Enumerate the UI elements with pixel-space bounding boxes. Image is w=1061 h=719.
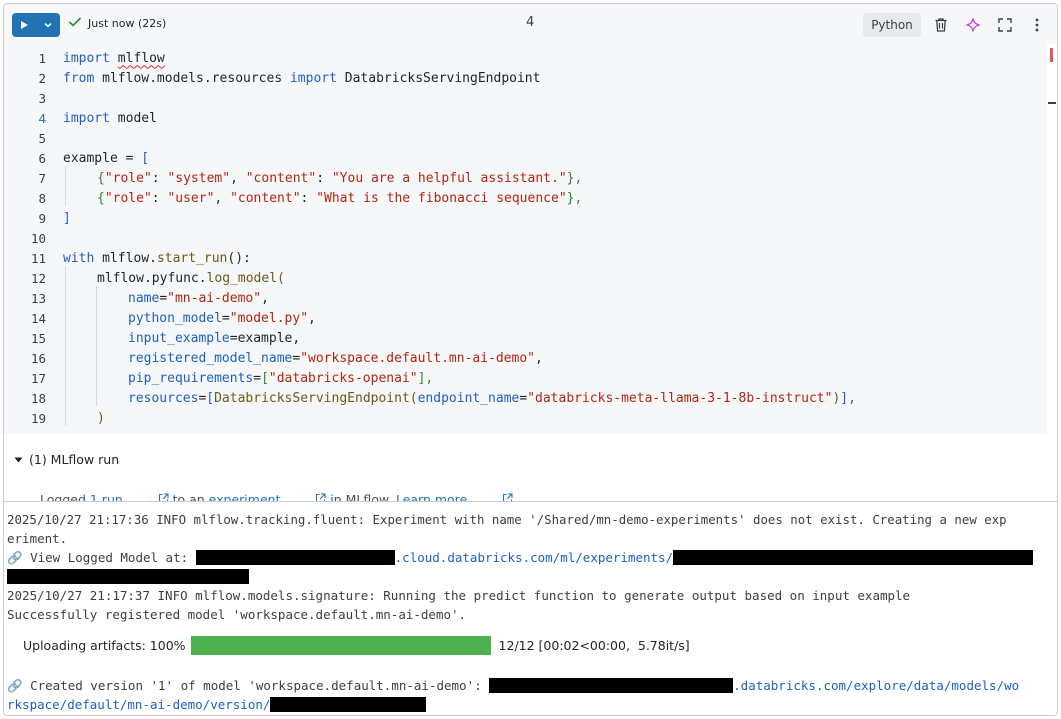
expand-icon[interactable] [995,15,1015,35]
redacted-block [195,550,395,565]
caret-down-icon[interactable] [14,452,23,467]
play-icon[interactable] [12,13,36,37]
version-link-line: 🔗 Created version '1' of model 'workspac… [7,678,1020,693]
line-number: 10 [30,230,46,246]
log-line: eriment. [7,531,68,546]
code-line-5: 5 [4,128,1052,148]
code-line-13: 13 name="mn-ai-demo", [4,288,1052,308]
mlflow-run-toggle[interactable]: (1) MLflow run [14,452,119,467]
line-number: 18 [30,390,46,406]
model-link-line-cont [7,567,249,586]
chevron-down-icon[interactable] [36,13,60,37]
code-line-12: 12 mlflow.pyfunc.log_model( [4,268,1052,288]
code-line-17: 17 pip_requirements=["databricks-openai"… [4,368,1052,388]
check-icon [68,16,82,31]
run-status: Just now (22s) [68,16,166,31]
cell-toolbar: Just now (22s) 4 Python [4,4,1057,44]
code-line-15: 15 input_example=example, [4,328,1052,348]
line-number: 6 [38,150,46,166]
progress-bar-fill [190,636,491,655]
code-line-18: 18 resources=[DatabricksServingEndpoint(… [4,388,1052,408]
line-number: 15 [30,330,46,346]
run-status-text: Just now (22s) [88,17,167,30]
more-vertical-icon[interactable] [1027,15,1047,35]
line-number: 19 [30,410,46,426]
code-line-11: 11 with mlflow.start_run(): [4,248,1052,268]
progress-label: Uploading artifacts: 100% [23,638,186,653]
code-line-6: 6 example = [ [4,148,1052,168]
language-selector[interactable]: Python [863,13,921,37]
code-line-3: 3 [4,88,1052,108]
trash-icon[interactable] [931,15,951,35]
lint-warning[interactable]: mlflow [118,51,165,66]
line-number: 3 [38,90,46,106]
progress-stats: 12/12 [00:02<00:00, 5.78it/s] [498,638,690,653]
sparkle-icon[interactable] [963,15,983,35]
redacted-block [673,550,1034,565]
line-number: 13 [30,290,46,306]
code-line-19: 19 ) [4,408,1052,428]
code-line-4: 4 import model [4,108,1052,128]
mlflow-run-section: (1) MLflow run Logged 1 run to an experi… [4,434,1057,507]
line-number: 2 [38,70,46,86]
model-url-link[interactable]: .cloud.databricks.com/ml/experiments/ [395,550,673,565]
line-number: 9 [38,210,46,226]
error-marker [1050,48,1053,62]
log-line: 2025/10/27 21:17:37 INFO mlflow.models.s… [7,588,911,603]
line-number-active: 4 [38,110,46,126]
log-line: Successfully registered model 'workspace… [7,607,467,622]
line-number: 1 [38,50,46,66]
model-link-line: 🔗 View Logged Model at: .cloud.databrick… [7,548,1034,567]
code-line-8: 8 {"role": "user", "content": "What is t… [4,188,1052,208]
version-url-link-cont[interactable]: rkspace/default/mn-ai-demo/version/ [7,697,270,712]
notebook-cell: Just now (22s) 4 Python 1 import mlflow … [3,3,1058,716]
line-number: 11 [30,250,46,266]
editor-scrollbar[interactable] [1047,44,1057,434]
mlflow-run-header: (1) MLflow run [29,452,120,467]
line-number: 7 [38,170,46,186]
redacted-block [489,678,734,693]
cell-output: 2025/10/27 21:17:36 INFO mlflow.tracking… [4,501,1057,715]
line-number: 17 [30,370,46,386]
line-number: 5 [38,130,46,146]
code-line-10: 10 [4,228,1052,248]
line-number: 16 [30,350,46,366]
line-number: 14 [30,310,46,326]
upload-progress: Uploading artifacts: 100% 12/12 [00:02<0… [23,636,690,655]
version-link-line-cont: rkspace/default/mn-ai-demo/version/ [7,695,427,714]
code-line-7: 7 {"role": "system", "content": "You are… [4,168,1052,188]
code-line-1: 1 import mlflow [4,48,1052,68]
code-editor[interactable]: 1 import mlflow 2 from mlflow.models.res… [4,44,1052,434]
code-line-2: 2 from mlflow.models.resources import Da… [4,68,1052,88]
line-number: 12 [30,270,46,286]
line-number: 8 [38,190,46,206]
code-line-16: 16 registered_model_name="workspace.defa… [4,348,1052,368]
log-line: 2025/10/27 21:17:36 INFO mlflow.tracking… [7,512,1007,527]
redacted-block [270,697,427,712]
run-cell-button[interactable] [12,13,60,37]
version-url-link[interactable]: .databricks.com/explore/data/models/wo [733,678,1019,693]
cursor-marker [1048,102,1056,104]
cell-number: 4 [526,15,535,30]
redacted-block [7,569,249,584]
code-line-9: 9 ] [4,208,1052,228]
progress-bar [190,636,491,655]
code-line-14: 14 python_model="model.py", [4,308,1052,328]
